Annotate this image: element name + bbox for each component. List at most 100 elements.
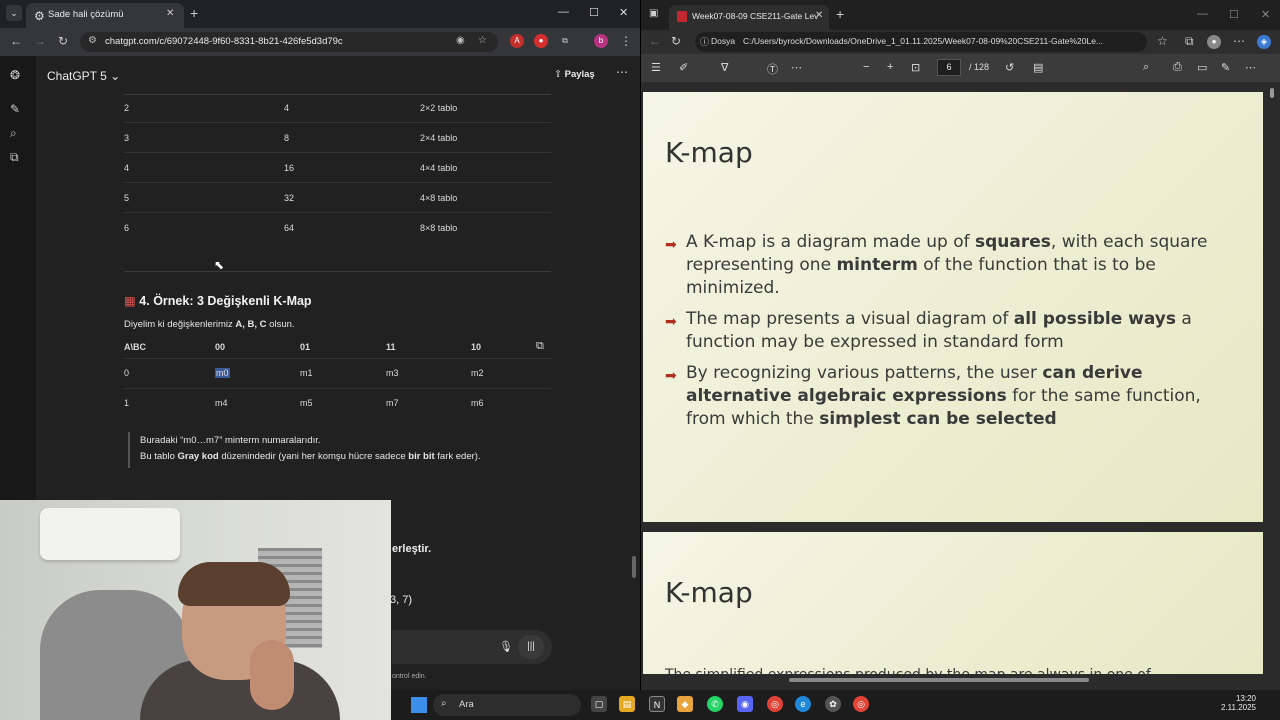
kmap-cell: m7 bbox=[386, 398, 399, 408]
chrome-menu-icon[interactable]: ⋮ bbox=[620, 34, 632, 48]
save-as-icon[interactable]: ✎ bbox=[1221, 61, 1230, 74]
pdf-toolbar: ☰ ✐ ∇ Ⓣ ⋯ − + ⊡ 6 / 128 ↺ ▤ ⌕ ⎙ ▭ ✎ ⋯ bbox=[641, 54, 1280, 82]
extension-red-icon[interactable]: ● bbox=[534, 34, 548, 48]
page-view-icon[interactable]: ▤ bbox=[1033, 61, 1043, 74]
tab-actions-icon[interactable]: ▣ bbox=[649, 8, 658, 19]
forward-icon[interactable]: → bbox=[34, 34, 46, 48]
copilot-icon[interactable]: ◈ bbox=[1257, 35, 1271, 49]
tab-search-icon[interactable]: ⌄ bbox=[6, 5, 22, 21]
edge-icon[interactable]: e bbox=[795, 696, 811, 712]
text-icon[interactable]: Ⓣ bbox=[767, 61, 778, 77]
bullet-item: ➡ By recognizing various patterns, the u… bbox=[665, 362, 1225, 431]
more-tools-icon[interactable]: ⋯ bbox=[791, 61, 802, 74]
cell-vars: 2 bbox=[124, 103, 130, 113]
maximize-icon[interactable]: ☐ bbox=[589, 6, 599, 19]
library-icon[interactable]: ⧉ bbox=[10, 150, 19, 165]
model-selector[interactable]: ChatGPT 5 ⌄ bbox=[47, 69, 120, 83]
reload-icon[interactable]: ↻ bbox=[671, 34, 681, 48]
share-button[interactable]: ⇪ Paylaş bbox=[554, 69, 595, 80]
tab-pdf[interactable]: Week07-08-09 CSE211-Gate Lev ✕ bbox=[669, 5, 829, 30]
contents-icon[interactable]: ☰ bbox=[651, 61, 661, 74]
share-icon: ⇪ bbox=[554, 69, 562, 80]
maximize-icon[interactable]: ☐ bbox=[1229, 8, 1239, 21]
favorites-star-icon[interactable]: ☆ bbox=[1157, 34, 1168, 48]
system-clock[interactable]: 13:20 2.11.2025 bbox=[1221, 694, 1256, 712]
back-icon[interactable]: ← bbox=[649, 34, 661, 48]
discord-icon[interactable]: ◉ bbox=[737, 696, 753, 712]
task-view-icon[interactable]: ▢ bbox=[591, 696, 607, 712]
fit-page-icon[interactable]: ⊡ bbox=[911, 61, 920, 74]
search-icon[interactable]: ⌕ bbox=[10, 126, 17, 141]
address-bar[interactable]: ⚙ chatgpt.com/c/69072448-9f60-8331-8b21-… bbox=[80, 32, 498, 52]
tab-chatgpt[interactable]: ⚙ Sade hali çözümü ✕ bbox=[26, 3, 184, 28]
table-row: 3 8 2×4 tablo bbox=[124, 123, 551, 153]
close-window-icon[interactable]: ✕ bbox=[619, 6, 628, 19]
whatsapp-icon[interactable]: ✆ bbox=[707, 696, 723, 712]
message-composer[interactable]: 🎙 ||| bbox=[392, 630, 552, 664]
new-chat-icon[interactable]: ✎ bbox=[10, 102, 20, 116]
notion-icon[interactable]: N bbox=[649, 696, 665, 712]
note-text: düzenindedir (yani her komşu hücre sadec… bbox=[218, 451, 409, 462]
cell-shape: 8×8 tablo bbox=[420, 223, 458, 233]
minimize-icon[interactable]: — bbox=[1197, 8, 1208, 20]
eye-off-icon[interactable]: ◉ bbox=[456, 35, 465, 46]
kmap-cell: 0 bbox=[124, 368, 130, 378]
address-bar[interactable]: ⓘ Dosya C:/Users/byrock/Downloads/OneDri… bbox=[695, 32, 1147, 52]
browser-toolbar: ← → ↻ ⚙ chatgpt.com/c/69072448-9f60-8331… bbox=[0, 28, 640, 56]
close-tab-icon[interactable]: ✕ bbox=[166, 8, 174, 19]
file-explorer-icon[interactable]: ▤ bbox=[619, 696, 635, 712]
settings-menu-icon[interactable]: ⋯ bbox=[1233, 34, 1245, 48]
zoom-out-icon[interactable]: − bbox=[863, 61, 869, 73]
kmap-cell: m4 bbox=[215, 398, 228, 408]
bullet-arrow-icon: ➡ bbox=[665, 314, 677, 330]
kmap-header: 10 bbox=[471, 342, 482, 352]
new-tab-icon[interactable]: + bbox=[190, 5, 198, 21]
pdf-settings-icon[interactable]: ⋯ bbox=[1245, 61, 1256, 74]
taskbar-search[interactable]: ⌕ Ara bbox=[433, 694, 581, 716]
microphone-icon[interactable]: 🎙 bbox=[499, 640, 513, 653]
info-icon[interactable]: ⓘ bbox=[700, 35, 709, 48]
windows-start-icon[interactable] bbox=[411, 697, 427, 713]
page-number-input[interactable]: 6 bbox=[937, 59, 961, 76]
scrollbar-thumb[interactable] bbox=[1270, 88, 1274, 98]
close-window-icon[interactable]: ✕ bbox=[1261, 8, 1270, 21]
chrome-icon[interactable]: ◎ bbox=[767, 696, 783, 712]
more-options-icon[interactable]: ⋯ bbox=[616, 65, 628, 79]
voice-mode-icon[interactable]: ||| bbox=[518, 635, 544, 659]
new-tab-icon[interactable]: + bbox=[836, 6, 844, 22]
cell-vars: 4 bbox=[124, 163, 130, 173]
chrome-profile-icon[interactable]: ◎ bbox=[853, 696, 869, 712]
reload-icon[interactable]: ↻ bbox=[58, 34, 68, 48]
openai-logo-icon[interactable]: ❂ bbox=[10, 68, 20, 82]
file-label: Dosya bbox=[711, 36, 736, 46]
save-icon[interactable]: ▭ bbox=[1197, 61, 1207, 74]
zoom-in-icon[interactable]: + bbox=[887, 61, 893, 73]
site-info-icon[interactable]: ⚙ bbox=[88, 35, 97, 46]
profile-avatar[interactable]: b bbox=[594, 34, 608, 48]
adblock-extension-icon[interactable]: A bbox=[510, 34, 524, 48]
close-tab-icon[interactable]: ✕ bbox=[815, 10, 823, 21]
draw-icon[interactable]: ∇ bbox=[721, 61, 728, 74]
cell-shape: 2×2 tablo bbox=[420, 103, 458, 113]
air-conditioner bbox=[40, 508, 180, 560]
highlight-icon[interactable]: ✐ bbox=[679, 61, 688, 74]
back-icon[interactable]: ← bbox=[10, 34, 22, 48]
app-icon-2[interactable]: ✿ bbox=[825, 696, 841, 712]
print-icon[interactable]: ⎙ bbox=[1173, 61, 1182, 74]
note-line-1: Buradaki “m0…m7” minterm numaralarıdır. bbox=[140, 435, 321, 446]
copy-table-icon[interactable]: ⧉ bbox=[536, 340, 544, 353]
horizontal-scrollbar[interactable] bbox=[641, 674, 1280, 686]
search-icon[interactable]: ⌕ bbox=[1143, 61, 1149, 74]
vertical-scrollbar[interactable] bbox=[1268, 86, 1276, 674]
profile-avatar[interactable]: ● bbox=[1207, 35, 1221, 49]
minimize-icon[interactable]: — bbox=[558, 6, 569, 18]
collections-icon[interactable]: ⧉ bbox=[1185, 34, 1194, 49]
slide-page-6: K-map ➡ A K-map is a diagram made up of … bbox=[643, 92, 1263, 522]
page-scrollbar[interactable] bbox=[632, 556, 636, 578]
bullet-text: The map presents a visual diagram of bbox=[686, 309, 1014, 329]
bookmark-star-icon[interactable]: ☆ bbox=[478, 35, 487, 46]
scrollbar-thumb[interactable] bbox=[789, 678, 1089, 682]
extensions-puzzle-icon[interactable]: ⧉ bbox=[558, 34, 572, 48]
app-icon[interactable]: ◆ bbox=[677, 696, 693, 712]
rotate-icon[interactable]: ↺ bbox=[1005, 61, 1014, 74]
